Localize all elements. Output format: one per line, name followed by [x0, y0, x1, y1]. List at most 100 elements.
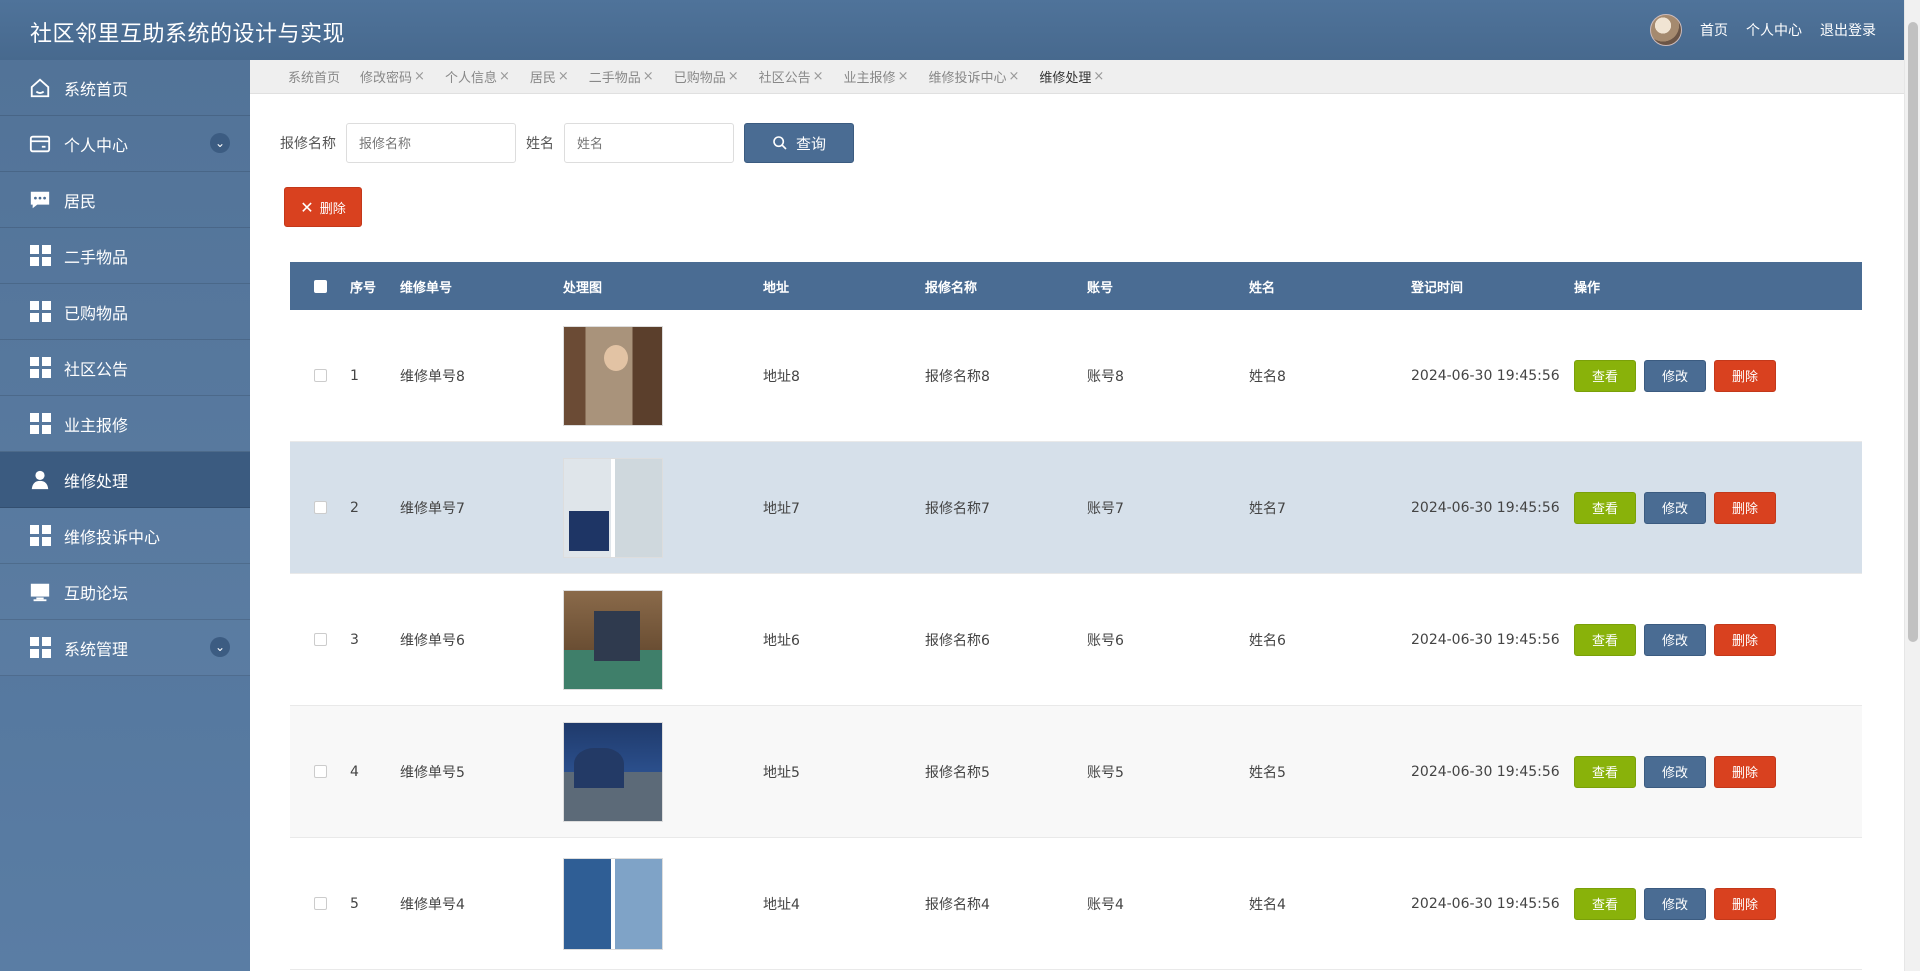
search-form: 报修名称 姓名 查询 [280, 123, 854, 163]
repair-order-no: 维修单号7 [400, 500, 465, 517]
view-button[interactable]: 查看 [1574, 623, 1636, 656]
row-checkbox[interactable] [313, 765, 327, 778]
sidebar-item-forum[interactable]: 互助论坛 [0, 564, 250, 620]
name-input[interactable] [564, 123, 734, 163]
sidebar-item-label: 互助论坛 [64, 583, 129, 603]
batch-delete-button[interactable]: ✕ 删除 [284, 187, 362, 227]
sidebar-item-second-hand[interactable]: 二手物品 [0, 228, 250, 284]
sidebar-item-owner-repair[interactable]: 业主报修 [0, 396, 250, 452]
sidebar-item-complaints[interactable]: 维修投诉中心 [0, 508, 250, 564]
tab-system-home[interactable]: 系统首页 [288, 67, 340, 86]
sidebar-item-home[interactable]: 系统首页 [0, 60, 250, 116]
sidebar-item-system-admin[interactable]: 系统管理 ⌄ [0, 620, 250, 676]
sidebar-item-personal-center[interactable]: 个人中心 ⌄ [0, 116, 250, 172]
home-icon [28, 76, 52, 100]
tab-change-password[interactable]: 修改密码 × [360, 67, 425, 86]
logout-link[interactable]: 退出登录 [1820, 20, 1876, 40]
close-icon[interactable]: × [813, 69, 824, 84]
edit-button[interactable]: 修改 [1644, 359, 1706, 392]
account-cell: 账号7 [1087, 500, 1124, 517]
row-checkbox[interactable] [313, 369, 327, 382]
tab-repair-handling[interactable]: 维修处理 × [1039, 67, 1104, 86]
top-header: 社区邻里互助系统的设计与实现 首页 个人中心 退出登录 [0, 0, 1904, 60]
repair-photo[interactable] [563, 589, 663, 690]
tab-second-hand[interactable]: 二手物品 × [589, 67, 654, 86]
repair-name-cell: 报修名称6 [925, 632, 990, 649]
row-checkbox[interactable] [313, 633, 327, 646]
close-icon[interactable]: × [1093, 69, 1104, 84]
row-actions: 查看 修改 删除 [1574, 623, 1814, 656]
close-icon[interactable]: × [558, 69, 569, 84]
user-avatar[interactable] [1650, 14, 1682, 46]
repair-order-no: 维修单号8 [400, 368, 465, 385]
scrollbar-thumb[interactable] [1908, 22, 1918, 642]
row-select-cell [290, 369, 350, 382]
close-icon: ✕ [300, 197, 314, 217]
chevron-down-icon[interactable]: ⌄ [210, 133, 230, 153]
view-button[interactable]: 查看 [1574, 491, 1636, 524]
delete-button[interactable]: 删除 [1714, 755, 1776, 788]
sidebar-item-label: 系统管理 [64, 639, 129, 659]
repair-name-cell: 报修名称5 [925, 764, 990, 781]
repair-name-cell: 报修名称4 [925, 896, 990, 913]
repair-photo[interactable] [563, 721, 663, 822]
tab-residents[interactable]: 居民 × [530, 67, 569, 86]
image-cell [563, 857, 763, 950]
sidebar: 系统首页 个人中心 ⌄ 居民 二手物品 已购物品 社区公告 业主报修 维修处理 [0, 60, 250, 971]
profile-link[interactable]: 个人中心 [1746, 20, 1802, 40]
sidebar-item-repair-handling[interactable]: 维修处理 [0, 452, 250, 508]
tab-label: 维修投诉中心 [928, 71, 1007, 86]
account-cell: 账号5 [1087, 764, 1124, 781]
table-header: 序号 维修单号 处理图 地址 报修名称 账号 姓名 登记时间 操作 [290, 262, 1862, 310]
edit-button[interactable]: 修改 [1644, 755, 1706, 788]
row-checkbox[interactable] [313, 501, 327, 514]
image-cell [563, 589, 763, 690]
repair-photo[interactable] [563, 325, 663, 426]
delete-button[interactable]: 删除 [1714, 491, 1776, 524]
chevron-down-icon[interactable]: ⌄ [210, 637, 230, 657]
repair-photo[interactable] [563, 457, 663, 558]
close-icon[interactable]: × [414, 69, 425, 84]
view-button[interactable]: 查看 [1574, 359, 1636, 392]
close-icon[interactable]: × [728, 69, 739, 84]
search-button[interactable]: 查询 [744, 123, 854, 163]
page-scrollbar[interactable] [1904, 0, 1920, 971]
edit-button[interactable]: 修改 [1644, 887, 1706, 920]
tab-personal-info[interactable]: 个人信息 × [445, 67, 510, 86]
repair-photo[interactable] [563, 857, 663, 950]
repair-name-label: 报修名称 [280, 136, 336, 152]
tab-owner-repair[interactable]: 业主报修 × [844, 67, 909, 86]
sidebar-item-label: 维修处理 [64, 471, 129, 491]
select-all-checkbox[interactable] [313, 279, 327, 293]
delete-button[interactable]: 删除 [1714, 623, 1776, 656]
close-icon[interactable]: × [499, 69, 510, 84]
wallet-icon [28, 132, 52, 156]
tab-announcements[interactable]: 社区公告 × [759, 67, 824, 86]
data-table: 序号 维修单号 处理图 地址 报修名称 账号 姓名 登记时间 操作 1 维修单号… [290, 262, 1862, 970]
row-actions: 查看 修改 删除 [1574, 887, 1814, 920]
select-all-cell [290, 279, 350, 293]
delete-button[interactable]: 删除 [1714, 359, 1776, 392]
delete-button[interactable]: 删除 [1714, 887, 1776, 920]
user-name-cell: 姓名8 [1249, 368, 1286, 385]
row-checkbox[interactable] [313, 897, 327, 910]
tab-complaints[interactable]: 维修投诉中心 × [928, 67, 1019, 86]
tab-purchased[interactable]: 已购物品 × [674, 67, 739, 86]
account-cell: 账号8 [1087, 368, 1124, 385]
sidebar-item-announcements[interactable]: 社区公告 [0, 340, 250, 396]
close-icon[interactable]: × [898, 69, 909, 84]
close-icon[interactable]: × [1008, 69, 1019, 84]
view-button[interactable]: 查看 [1574, 755, 1636, 788]
sidebar-item-purchased[interactable]: 已购物品 [0, 284, 250, 340]
repair-name-input[interactable] [346, 123, 516, 163]
register-time-cell: 2024-06-30 19:45:56 [1411, 763, 1560, 780]
grid-icon [28, 300, 52, 324]
view-button[interactable]: 查看 [1574, 887, 1636, 920]
col-header: 操作 [1574, 280, 1601, 296]
edit-button[interactable]: 修改 [1644, 491, 1706, 524]
home-link[interactable]: 首页 [1700, 20, 1728, 40]
close-icon[interactable]: × [643, 69, 654, 84]
tab-label: 已购物品 [673, 71, 726, 86]
edit-button[interactable]: 修改 [1644, 623, 1706, 656]
sidebar-item-residents[interactable]: 居民 [0, 172, 250, 228]
